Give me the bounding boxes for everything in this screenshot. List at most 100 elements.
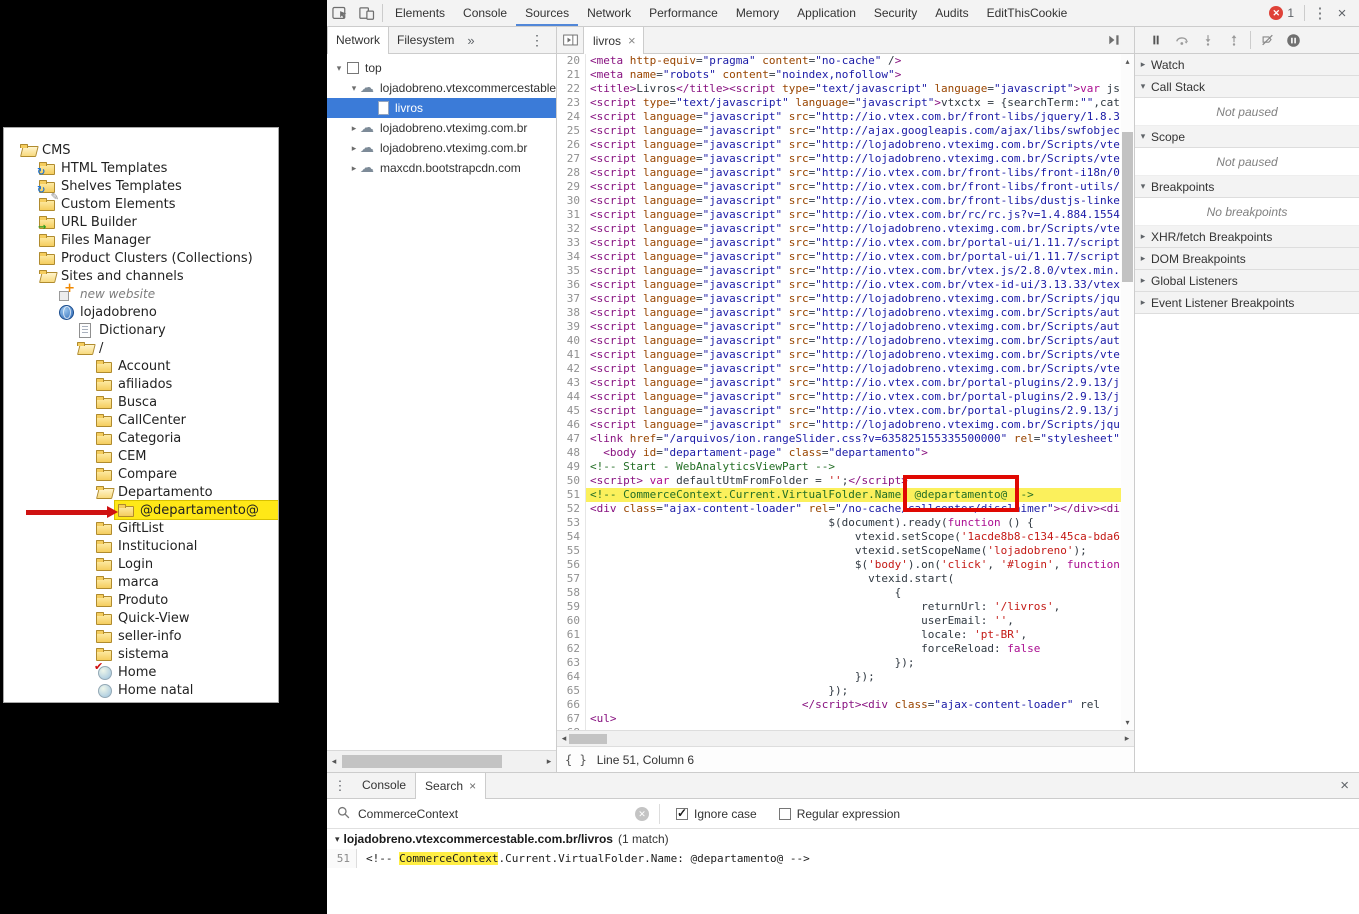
devtools-tab[interactable]: Performance bbox=[640, 0, 727, 26]
cms-tree-item[interactable]: CEM bbox=[4, 447, 278, 465]
section-header[interactable]: Call Stack bbox=[1135, 76, 1359, 98]
scroll-left-icon[interactable]: ◂ bbox=[327, 751, 341, 772]
section-header[interactable]: Watch bbox=[1135, 54, 1359, 76]
close-file-icon[interactable]: × bbox=[628, 33, 636, 48]
navigator-menu-icon[interactable]: ⋮ bbox=[530, 32, 544, 49]
search-input[interactable]: CommerceContext ✕ bbox=[327, 806, 659, 822]
cms-tree-item[interactable]: Home bbox=[4, 663, 278, 681]
drawer-tab[interactable]: Search bbox=[415, 773, 486, 799]
devtools-tab[interactable]: Sources bbox=[516, 0, 578, 26]
section-header[interactable]: Global Listeners bbox=[1135, 270, 1359, 292]
step-over-icon[interactable] bbox=[1169, 28, 1195, 52]
inspect-element-icon[interactable] bbox=[327, 0, 353, 26]
navigator-tree-item[interactable]: lojadobreno.vteximg.com.br bbox=[327, 118, 556, 138]
cms-tree-item[interactable]: CMS bbox=[4, 141, 278, 159]
scroll-up-icon[interactable]: ▴ bbox=[1121, 57, 1134, 66]
checkbox-icon[interactable] bbox=[779, 808, 791, 820]
cms-tree-item[interactable]: lojadobreno bbox=[4, 303, 278, 321]
navigator-tree-item[interactable]: maxcdn.bootstrapcdn.com bbox=[327, 158, 556, 178]
cms-tree-item[interactable]: Files Manager bbox=[4, 231, 278, 249]
cms-tree-item[interactable]: GiftList bbox=[4, 519, 278, 537]
step-out-icon[interactable] bbox=[1221, 28, 1247, 52]
cms-tree-item[interactable]: afiliados bbox=[4, 375, 278, 393]
navigator-tab[interactable]: Filesystem bbox=[389, 27, 462, 53]
devtools-menu-icon[interactable]: ⋮ bbox=[1309, 4, 1331, 22]
close-tab-icon[interactable] bbox=[469, 774, 476, 799]
cms-tree-item[interactable]: Sites and channels bbox=[4, 267, 278, 285]
scrollbar-thumb[interactable] bbox=[1122, 132, 1133, 282]
cms-tree-item[interactable]: Categoria bbox=[4, 429, 278, 447]
expand-arrow-icon[interactable] bbox=[348, 143, 360, 154]
devtools-tab[interactable]: Console bbox=[454, 0, 516, 26]
cms-tree-item[interactable]: seller-info bbox=[4, 627, 278, 645]
editor-hscrollbar[interactable]: ◂ ▸ bbox=[557, 730, 1134, 746]
devtools-tab[interactable]: EditThisCookie bbox=[978, 0, 1077, 26]
scrollbar-thumb[interactable] bbox=[342, 755, 502, 768]
pretty-print-icon[interactable]: { } bbox=[557, 753, 597, 767]
section-header[interactable]: XHR/fetch Breakpoints bbox=[1135, 226, 1359, 248]
navigator-tree-item[interactable]: lojadobreno.vteximg.com.br bbox=[327, 138, 556, 158]
cms-tree-item[interactable]: Login bbox=[4, 555, 278, 573]
search-option-checkbox[interactable]: Regular expression bbox=[779, 807, 900, 821]
cms-tree-item[interactable]: Institucional bbox=[4, 537, 278, 555]
close-drawer-icon[interactable]: × bbox=[1340, 777, 1349, 794]
cms-tree-item[interactable]: sistema bbox=[4, 645, 278, 663]
scroll-right-icon[interactable]: ▸ bbox=[1120, 731, 1134, 746]
cms-tree-item[interactable]: Compare bbox=[4, 465, 278, 483]
device-toolbar-icon[interactable] bbox=[353, 0, 379, 26]
search-result-file-row[interactable]: ▾ lojadobreno.vtexcommercestable.com.br/… bbox=[327, 829, 1359, 849]
devtools-tab[interactable]: Elements bbox=[386, 0, 454, 26]
navigator-tree-item[interactable]: lojadobreno.vtexcommercestable bbox=[327, 78, 556, 98]
expand-arrow-icon[interactable] bbox=[348, 123, 360, 134]
cms-tree-item[interactable]: new website bbox=[4, 285, 278, 303]
devtools-tab[interactable]: Security bbox=[865, 0, 926, 26]
section-header[interactable]: Event Listener Breakpoints bbox=[1135, 292, 1359, 314]
navigator-tab[interactable]: Network bbox=[327, 27, 389, 54]
scroll-down-icon[interactable]: ▾ bbox=[1121, 718, 1134, 727]
section-header[interactable]: Scope bbox=[1135, 126, 1359, 148]
section-header[interactable]: Breakpoints bbox=[1135, 176, 1359, 198]
expand-arrow-icon[interactable] bbox=[348, 163, 360, 174]
cms-tree-item[interactable]: Home natal bbox=[4, 681, 278, 699]
navigator-tree-item[interactable]: top bbox=[327, 58, 556, 78]
cms-tree-item[interactable]: HTML Templates bbox=[4, 159, 278, 177]
checkbox-icon[interactable] bbox=[676, 808, 688, 820]
deactivate-breakpoints-icon[interactable] bbox=[1254, 28, 1280, 52]
cms-tree-item[interactable]: URL Builder bbox=[4, 213, 278, 231]
cms-tree-item[interactable]: Quick-View bbox=[4, 609, 278, 627]
cms-tree-item[interactable]: Account bbox=[4, 357, 278, 375]
section-header[interactable]: DOM Breakpoints bbox=[1135, 248, 1359, 270]
more-tabs-icon[interactable]: » bbox=[462, 33, 479, 48]
error-badge-icon[interactable]: ✕ bbox=[1269, 6, 1283, 20]
cms-tree-item[interactable]: Custom Elements bbox=[4, 195, 278, 213]
cms-tree-item[interactable]: marca bbox=[4, 573, 278, 591]
show-debugger-sidebar-icon[interactable] bbox=[1100, 34, 1126, 46]
editor-vscrollbar[interactable]: ▴ ▾ bbox=[1121, 54, 1134, 730]
devtools-tab[interactable]: Audits bbox=[926, 0, 977, 26]
pause-script-icon[interactable] bbox=[1143, 28, 1169, 52]
expand-arrow-icon[interactable] bbox=[333, 63, 345, 74]
devtools-tab[interactable]: Network bbox=[578, 0, 640, 26]
devtools-tab[interactable]: Memory bbox=[727, 0, 788, 26]
expand-arrow-icon[interactable] bbox=[348, 83, 360, 94]
hide-navigator-icon[interactable] bbox=[557, 34, 583, 46]
drawer-tab[interactable]: Console bbox=[353, 773, 415, 798]
cms-tree-item[interactable]: Shelves Templates bbox=[4, 177, 278, 195]
file-tab-livros[interactable]: livros × bbox=[583, 27, 644, 54]
cms-tree-item[interactable]: CallCenter bbox=[4, 411, 278, 429]
pause-on-exceptions-icon[interactable] bbox=[1280, 28, 1306, 52]
scroll-right-icon[interactable]: ▸ bbox=[542, 751, 556, 772]
clear-search-icon[interactable]: ✕ bbox=[635, 807, 649, 821]
drawer-menu-icon[interactable]: ⋮ bbox=[327, 778, 353, 794]
search-result-line[interactable]: 51 <!-- CommerceContext.Current.VirtualF… bbox=[327, 849, 1359, 868]
navigator-tree-item[interactable]: livros bbox=[327, 98, 556, 118]
cms-tree-item[interactable]: Product Clusters (Collections) bbox=[4, 249, 278, 267]
scrollbar-thumb[interactable] bbox=[569, 734, 607, 744]
devtools-tab[interactable]: Application bbox=[788, 0, 865, 26]
cms-tree-item[interactable]: / bbox=[4, 339, 278, 357]
cms-tree-item[interactable]: Departamento bbox=[4, 483, 278, 501]
step-into-icon[interactable] bbox=[1195, 28, 1221, 52]
search-option-checkbox[interactable]: Ignore case bbox=[676, 807, 757, 821]
cms-tree-item[interactable]: Busca bbox=[4, 393, 278, 411]
devtools-close-icon[interactable]: × bbox=[1331, 5, 1353, 22]
